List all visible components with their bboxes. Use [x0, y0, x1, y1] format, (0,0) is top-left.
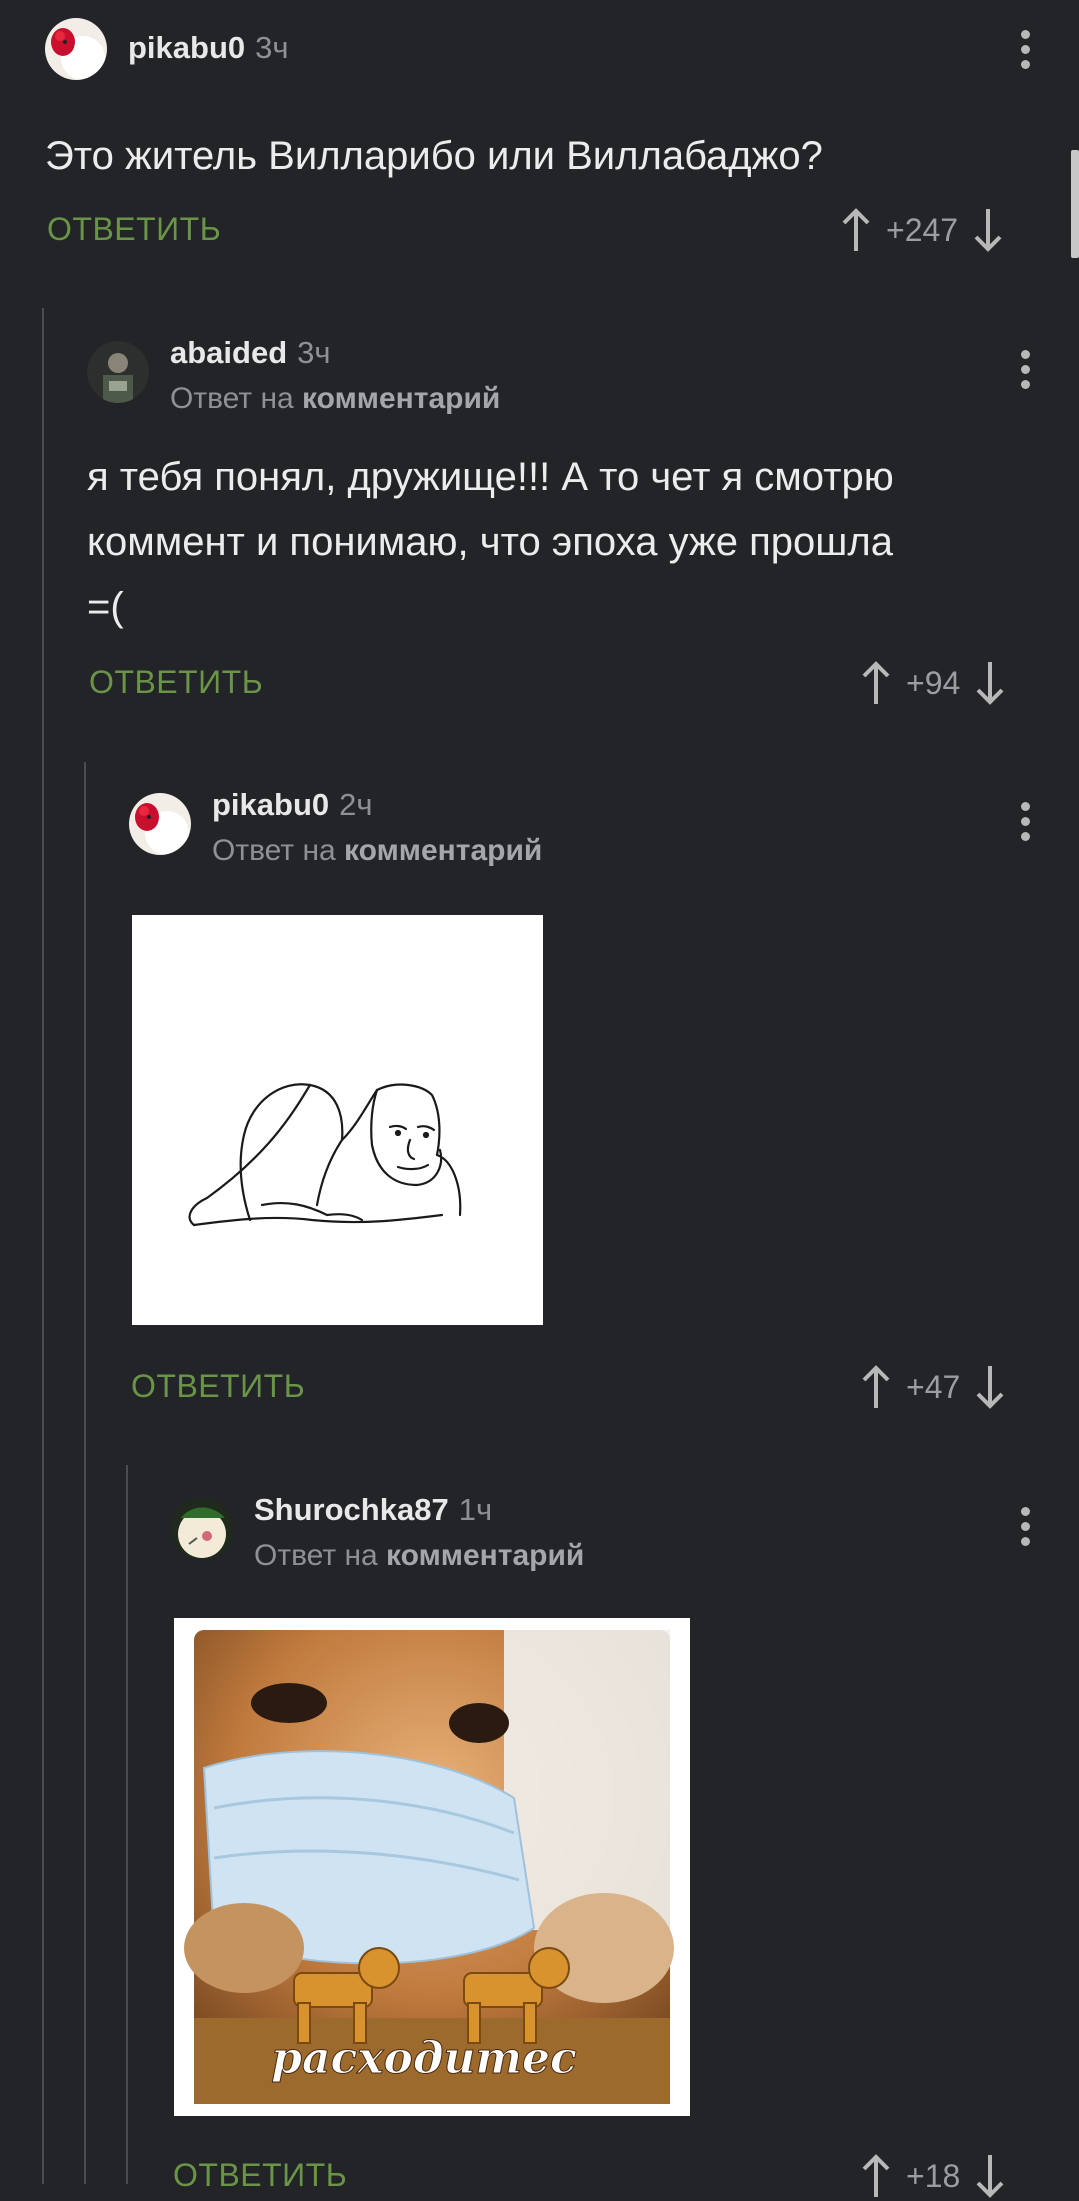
- username[interactable]: pikabu0 3ч: [128, 30, 289, 66]
- reply-button[interactable]: ОТВЕТИТЬ: [47, 211, 221, 248]
- reply-to-prefix: Ответ на: [170, 382, 294, 415]
- timestamp: 1ч: [458, 1492, 493, 1527]
- reply-to: Ответ на комментарий: [170, 382, 500, 416]
- reply-to-link[interactable]: комментарий: [302, 382, 500, 415]
- score: +94: [906, 664, 961, 701]
- vote-controls: +18: [856, 2151, 1010, 2201]
- comment: pikabu0 3ч Это житель Вилларибо или Вилла…: [0, 0, 1079, 280]
- arrow-up-icon[interactable]: [836, 205, 876, 255]
- username-text[interactable]: pikabu0: [128, 30, 245, 65]
- comment-text-line: =(: [87, 585, 124, 629]
- vote-controls: +94: [856, 658, 1010, 708]
- username-text[interactable]: Shurochka87: [254, 1492, 449, 1527]
- comment: abaided 3ч Ответ на комментарий я тебя по…: [0, 300, 1079, 720]
- arrow-up-icon[interactable]: [856, 2151, 896, 2201]
- reply-button[interactable]: ОТВЕТИТЬ: [131, 1368, 305, 1405]
- arrow-down-icon[interactable]: [970, 1362, 1010, 1412]
- username[interactable]: Shurochka87 1ч: [254, 1492, 492, 1528]
- arrow-down-icon[interactable]: [968, 205, 1008, 255]
- more-vertical-icon[interactable]: [1019, 802, 1031, 847]
- reply-to-prefix: Ответ на: [212, 834, 336, 867]
- username-text[interactable]: abaided: [170, 335, 287, 370]
- comment-text-line: коммент и понимаю, что эпоха уже прошла: [87, 520, 893, 564]
- more-vertical-icon[interactable]: [1019, 30, 1031, 75]
- username[interactable]: pikabu0 2ч: [212, 787, 373, 823]
- avatar[interactable]: [45, 18, 107, 80]
- avatar[interactable]: [129, 793, 191, 855]
- comment-text-line: я тебя понял, дружище!!! А то чет я смот…: [87, 455, 894, 499]
- score: +18: [906, 2157, 961, 2194]
- reply-button[interactable]: ОТВЕТИТЬ: [173, 2157, 347, 2194]
- arrow-up-icon[interactable]: [856, 658, 896, 708]
- more-vertical-icon[interactable]: [1019, 1507, 1031, 1552]
- image-caption: расходитес: [271, 2033, 577, 2084]
- username[interactable]: abaided 3ч: [170, 335, 331, 371]
- score: +47: [906, 1368, 961, 1405]
- comment-text: Это житель Вилларибо или Виллабаджо?: [45, 134, 823, 178]
- comment: Shurochka87 1ч Ответ на комментарий расх…: [0, 1475, 1079, 2198]
- score: +247: [886, 211, 959, 248]
- avatar[interactable]: [87, 341, 149, 403]
- comment-image[interactable]: расходитес: [174, 1618, 690, 2116]
- vote-controls: +47: [856, 1362, 1010, 1412]
- reply-to: Ответ на комментарий: [212, 834, 542, 868]
- comment: pikabu0 2ч Ответ на комментарий ОТВЕТИТЬ…: [0, 770, 1079, 1440]
- more-vertical-icon[interactable]: [1019, 350, 1031, 395]
- arrow-up-icon[interactable]: [856, 1362, 896, 1412]
- username-text[interactable]: pikabu0: [212, 787, 329, 822]
- reply-to-link[interactable]: комментарий: [386, 1539, 584, 1572]
- arrow-down-icon[interactable]: [970, 658, 1010, 708]
- vote-controls: +247: [836, 205, 1008, 255]
- reply-button[interactable]: ОТВЕТИТЬ: [89, 664, 263, 701]
- reply-to: Ответ на комментарий: [254, 1539, 584, 1573]
- reply-to-prefix: Ответ на: [254, 1539, 378, 1572]
- timestamp: 3ч: [297, 335, 331, 370]
- arrow-down-icon[interactable]: [970, 2151, 1010, 2201]
- timestamp: 3ч: [255, 30, 289, 65]
- comment-image[interactable]: [132, 915, 543, 1325]
- timestamp: 2ч: [339, 787, 373, 822]
- reply-to-link[interactable]: комментарий: [344, 834, 542, 867]
- comment-text: я тебя понял, дружище!!! А то чет я смот…: [87, 445, 1047, 640]
- avatar[interactable]: [171, 1498, 233, 1560]
